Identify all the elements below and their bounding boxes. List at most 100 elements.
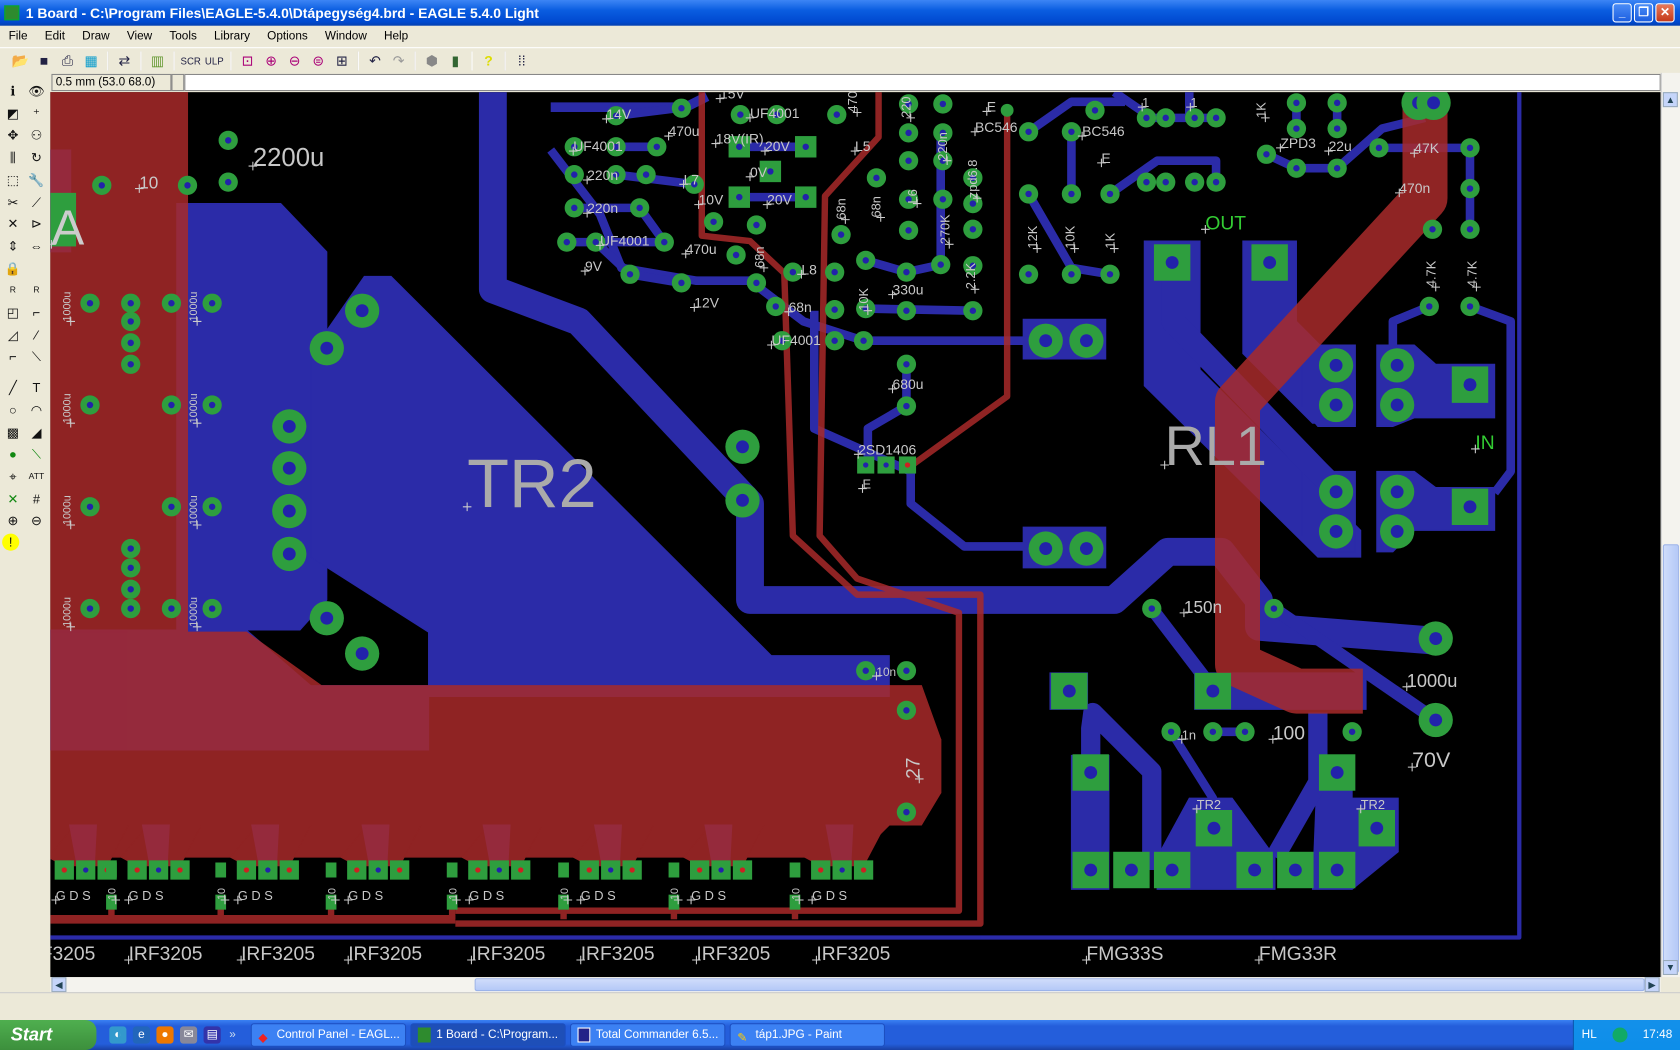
start-button[interactable]: Start: [0, 1020, 97, 1050]
mirror-icon[interactable]: ⫼: [2, 148, 23, 167]
scroll-up-button[interactable]: ▲: [1662, 92, 1678, 108]
redo-icon[interactable]: ↷: [388, 50, 409, 71]
show-desktop-icon[interactable]: ◐: [109, 1026, 127, 1044]
text-icon[interactable]: T: [26, 378, 47, 397]
drc-icon[interactable]: ⊖: [26, 511, 47, 530]
quicklaunch-more-icon[interactable]: »: [229, 1029, 236, 1042]
close-button[interactable]: ✕: [1655, 3, 1675, 23]
pad-drill: [905, 227, 912, 234]
language-indicator[interactable]: HL: [1582, 1029, 1597, 1042]
pad-drill: [1463, 500, 1477, 514]
cut-icon[interactable]: ✂: [2, 192, 23, 211]
scroll-left-button[interactable]: ◀: [51, 977, 67, 993]
display-layers-icon[interactable]: 👁: [26, 81, 47, 100]
delete-icon[interactable]: ✕: [2, 214, 23, 233]
erc-icon[interactable]: ⊕: [2, 511, 23, 530]
menu-view[interactable]: View: [118, 30, 160, 43]
smash-icon[interactable]: R: [2, 281, 23, 300]
via-icon[interactable]: ●: [2, 445, 23, 464]
restore-button[interactable]: ❐: [1633, 3, 1654, 23]
go-icon[interactable]: ▮: [445, 50, 466, 71]
command-input[interactable]: [184, 73, 1661, 92]
task-control-panel[interactable]: ◆ Control Panel - EAGL...: [250, 1023, 407, 1047]
tray-icon[interactable]: [1612, 1027, 1628, 1043]
zoom-out-icon[interactable]: ⊖: [284, 50, 305, 71]
circle-icon[interactable]: ○: [2, 400, 23, 419]
minimize-button[interactable]: _: [1612, 3, 1632, 23]
vertical-scroll-thumb[interactable]: [1662, 544, 1679, 973]
mark-icon[interactable]: ⁺: [26, 104, 47, 123]
open-icon[interactable]: 📂: [10, 50, 31, 71]
horizontal-scrollbar[interactable]: ◀ ▶: [50, 977, 1661, 993]
grid-icon[interactable]: ⁞⁞: [511, 50, 532, 71]
app-icon[interactable]: ✉: [180, 1026, 198, 1044]
menu-help[interactable]: Help: [375, 30, 416, 43]
autorouter-icon[interactable]: #: [26, 489, 47, 508]
menu-library[interactable]: Library: [205, 30, 258, 43]
horizontal-scroll-thumb[interactable]: [474, 978, 1645, 992]
split-icon[interactable]: ⌐: [26, 303, 47, 322]
layer-colors-icon[interactable]: ◩: [2, 104, 23, 123]
menu-edit[interactable]: Edit: [36, 30, 73, 43]
total-commander-icon[interactable]: ▤: [203, 1026, 221, 1044]
task-eagle-board[interactable]: 1 Board - C:\Program...: [410, 1023, 566, 1047]
ratsnest-icon[interactable]: ✕: [2, 489, 23, 508]
pcb-layout[interactable]: 2200u 10 TR2 RL1 OUT IN 150n 1000u 100 70V 1n 10n 27…: [17, 86, 1660, 977]
miter-icon[interactable]: ◰: [2, 303, 23, 322]
zoom-fit-icon[interactable]: ⊡: [237, 50, 258, 71]
ripup-icon[interactable]: ⌐: [2, 348, 23, 367]
group-icon[interactable]: ⬚: [2, 170, 23, 189]
menu-window[interactable]: Window: [316, 30, 375, 43]
cam-icon[interactable]: ▦: [80, 50, 101, 71]
line-icon[interactable]: ╱: [2, 378, 23, 397]
rotate-icon[interactable]: ↻: [26, 148, 47, 167]
save-icon[interactable]: ■: [33, 50, 54, 71]
change-icon[interactable]: 🔧: [26, 170, 47, 189]
signal-icon[interactable]: ⟍: [26, 445, 47, 464]
lock-icon[interactable]: 🔒: [2, 259, 23, 278]
optimize-icon[interactable]: ◿: [2, 325, 23, 344]
menu-draw[interactable]: Draw: [74, 30, 119, 43]
undo-icon[interactable]: ↶: [364, 50, 385, 71]
copy-icon[interactable]: ⚇: [26, 126, 47, 145]
task-paint[interactable]: ✎ táp1.JPG - Paint: [729, 1023, 886, 1047]
value-icon[interactable]: ⇔: [26, 237, 47, 256]
zoom-select-icon[interactable]: ⊞: [331, 50, 352, 71]
schematic-board-icon[interactable]: ⇄: [114, 50, 135, 71]
route-icon[interactable]: ⁄: [26, 325, 47, 344]
errors-icon[interactable]: !: [2, 533, 20, 551]
name-icon[interactable]: ⇕: [2, 237, 23, 256]
internet-explorer-icon[interactable]: e: [132, 1026, 151, 1044]
scroll-right-button[interactable]: ▶: [1644, 977, 1660, 993]
scroll-down-button[interactable]: ▼: [1662, 960, 1678, 976]
stop-icon[interactable]: ⬢: [421, 50, 442, 71]
print-icon[interactable]: ⎙: [57, 50, 78, 71]
rectangle-icon[interactable]: ▩: [2, 423, 23, 442]
ulp-icon[interactable]: ULP: [204, 50, 225, 71]
wire-icon[interactable]: ⟍: [26, 348, 47, 367]
help-icon[interactable]: ?: [478, 50, 499, 71]
pad-drill: [155, 867, 162, 873]
board-canvas[interactable]: 2200u 10 TR2 RL1 OUT IN 150n 1000u 100 70V 1n 10n 27…: [17, 86, 1661, 978]
pad-drill: [1084, 766, 1098, 779]
move-icon[interactable]: ✥: [2, 126, 23, 145]
menu-tools[interactable]: Tools: [161, 30, 206, 43]
menu-file[interactable]: File: [0, 30, 36, 43]
firefox-icon[interactable]: ●: [156, 1026, 174, 1044]
info-icon[interactable]: ℹ: [2, 81, 23, 100]
paste-icon[interactable]: ⟋: [26, 192, 47, 211]
zoom-redraw-icon[interactable]: ⊜: [308, 50, 329, 71]
value-text-icon[interactable]: R: [26, 281, 47, 300]
attribute-icon[interactable]: ATT: [26, 467, 47, 486]
zoom-in-icon[interactable]: ⊕: [260, 50, 281, 71]
script-icon[interactable]: SCR: [180, 50, 201, 71]
polygon-icon[interactable]: ◢: [26, 423, 47, 442]
vertical-scrollbar[interactable]: ▲ ▼: [1660, 72, 1680, 978]
add-icon[interactable]: ⊳: [26, 214, 47, 233]
task-total-commander[interactable]: Total Commander 6.5...: [570, 1023, 726, 1047]
arc-icon[interactable]: ◠: [26, 400, 47, 419]
library-icon[interactable]: ▥: [147, 50, 168, 71]
menu-options[interactable]: Options: [259, 30, 317, 43]
hole-icon[interactable]: ⌖: [2, 467, 23, 486]
board-label: 27: [903, 757, 924, 778]
